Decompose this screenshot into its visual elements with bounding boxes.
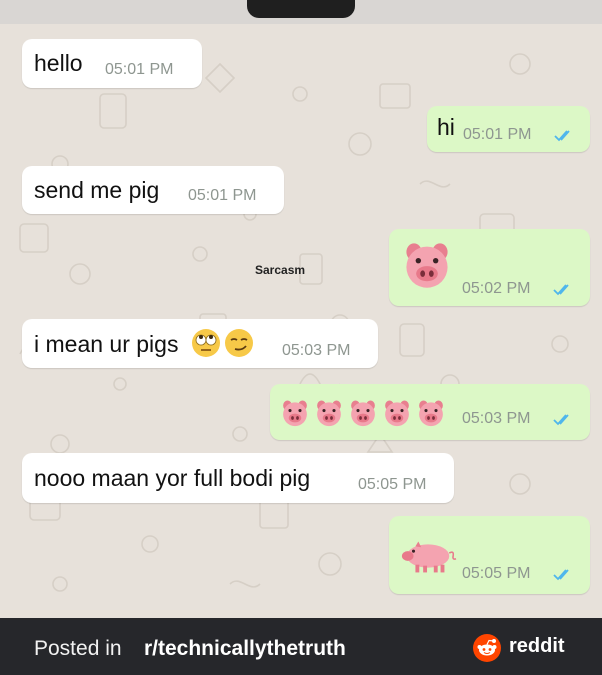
message-bubble-incoming[interactable]: hello 05:01 PM: [22, 39, 202, 88]
read-receipt-icon: [553, 414, 569, 426]
message-timestamp: 05:03 PM: [282, 342, 351, 359]
posted-in-label: Posted in: [34, 637, 122, 660]
pig-face-emoji: [283, 400, 307, 427]
message-bubble-incoming[interactable]: i mean ur pigs 05:03 PM: [22, 319, 378, 368]
message-bubble-incoming[interactable]: nooo maan yor full bodi pig 05:05 PM: [22, 453, 454, 503]
smirk-emoji: [225, 329, 253, 357]
reddit-wordmark[interactable]: reddit: [509, 635, 565, 658]
read-receipt-icon: [553, 569, 569, 581]
reddit-logo-icon[interactable]: [472, 633, 502, 663]
message-timestamp: 05:02 PM: [462, 280, 531, 297]
subreddit-link[interactable]: r/technicallythetruth: [144, 637, 346, 661]
message-timestamp: 05:01 PM: [188, 187, 257, 204]
message-bubble-outgoing[interactable]: 05:02 PM: [389, 229, 590, 306]
pig-face-emoji: [351, 400, 375, 427]
message-bubble-outgoing[interactable]: hi 05:01 PM: [427, 106, 590, 152]
read-receipt-icon: [554, 130, 570, 142]
message-timestamp: 05:01 PM: [463, 126, 532, 143]
full-pig-emoji: [401, 541, 457, 573]
message-timestamp: 05:05 PM: [358, 476, 427, 493]
read-receipt-icon: [553, 284, 569, 296]
pig-face-emoji: [406, 243, 448, 288]
message-timestamp: 05:05 PM: [462, 565, 531, 582]
overlay-caption: Sarcasm: [255, 263, 306, 277]
status-notch: [247, 0, 355, 18]
message-bubble-incoming[interactable]: send me pig 05:01 PM: [22, 166, 284, 214]
message-timestamp: 05:03 PM: [462, 410, 531, 427]
message-text: i mean ur pigs: [34, 331, 179, 357]
pig-face-emoji: [385, 400, 409, 427]
pig-face-emoji: [419, 400, 443, 427]
message-text: send me pig: [34, 177, 160, 203]
message-text: hi: [437, 114, 455, 140]
message-bubble-outgoing[interactable]: 05:03 PM: [270, 384, 590, 440]
message-text: nooo maan yor full bodi pig: [34, 465, 311, 491]
rolling-eyes-emoji: [192, 329, 220, 357]
pig-face-emoji: [317, 400, 341, 427]
chat-area[interactable]: hello 05:01 PM hi 05:01 PM send me pig 0…: [0, 24, 602, 618]
message-bubble-outgoing[interactable]: 05:05 PM: [389, 516, 590, 594]
message-text: hello: [34, 50, 83, 76]
message-timestamp: 05:01 PM: [105, 61, 174, 78]
